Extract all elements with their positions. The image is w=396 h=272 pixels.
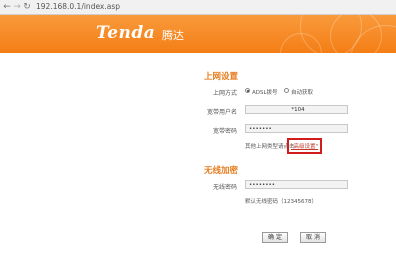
wireless-security-title: 无线加密 xyxy=(204,166,239,176)
back-arrow-icon[interactable]: ← xyxy=(2,0,12,14)
wifi-password-label: 无线密码 xyxy=(212,184,237,191)
adsl-option-label: ADSL拨号 xyxy=(252,90,278,96)
username-input[interactable]: *104 xyxy=(245,105,348,114)
wifi-password-input[interactable]: •••••••• xyxy=(245,180,348,189)
forward-arrow-icon[interactable]: → xyxy=(12,0,22,14)
browser-toolbar: ← → ↻ 192.168.0.1/index.asp xyxy=(0,0,396,15)
password-label: 宽带密码 xyxy=(212,128,237,135)
connection-type-label: 上网方式 xyxy=(212,90,237,97)
default-password-hint: 默认无线密码（12345678） xyxy=(245,199,317,205)
advanced-settings-link[interactable]: "高级设置" xyxy=(291,142,318,150)
address-bar[interactable]: 192.168.0.1/index.asp xyxy=(36,1,336,13)
password-input[interactable]: ••••••• xyxy=(245,124,348,133)
adsl-radio[interactable] xyxy=(245,88,250,93)
reload-icon[interactable]: ↻ xyxy=(22,0,32,14)
tenda-logo: Tenda xyxy=(96,23,156,43)
tenda-logo-cn: 腾达 xyxy=(162,29,184,42)
internet-settings-title: 上网设置 xyxy=(204,72,239,82)
username-label: 宽带用户名 xyxy=(206,109,237,116)
page-header: Tenda 腾达 xyxy=(0,15,396,53)
confirm-button[interactable]: 确 定 xyxy=(262,232,288,243)
dhcp-radio[interactable] xyxy=(284,88,289,93)
cancel-button[interactable]: 取 消 xyxy=(300,232,326,243)
dhcp-option-label: 自动获取 xyxy=(291,90,314,96)
